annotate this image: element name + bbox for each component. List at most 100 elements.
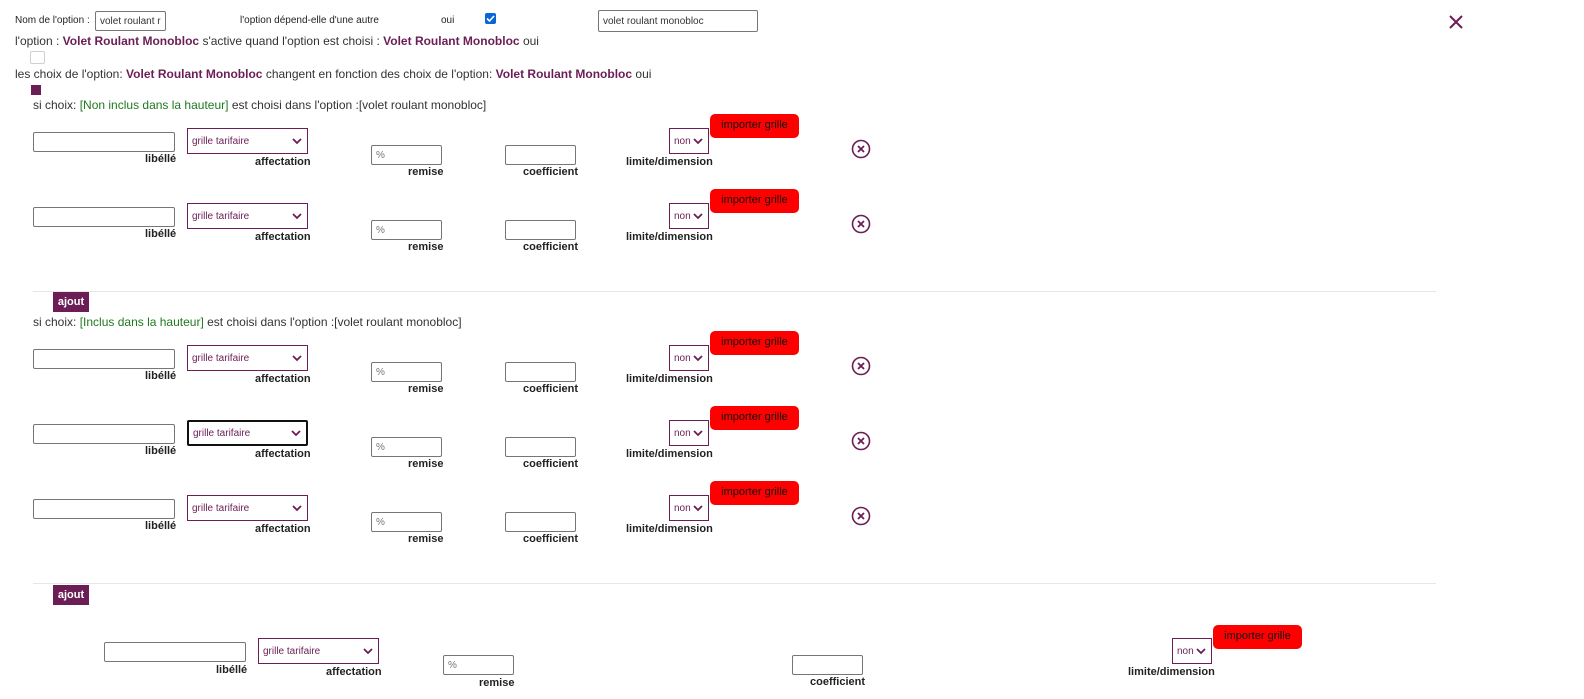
- check-icon: [486, 15, 495, 23]
- section-suffix: est choisi dans l'option :[volet roulant…: [207, 315, 462, 329]
- affectation-label: affectation: [255, 523, 311, 535]
- importer-grille-button[interactable]: importer grille: [710, 406, 799, 430]
- affectation-select[interactable]: grille tarifaire: [187, 420, 308, 446]
- section-heading-2: si choix: [Inclus dans la hauteur] est c…: [33, 315, 462, 329]
- libelle-label: libéllé: [145, 370, 177, 382]
- circle-x-icon[interactable]: [851, 214, 871, 234]
- remise-input[interactable]: [371, 220, 442, 240]
- dependent-suffix: oui: [635, 67, 652, 81]
- remise-input[interactable]: [371, 512, 442, 532]
- dependent-option-name: Volet Roulant Monobloc: [126, 67, 263, 81]
- limite-label: limite/dimension: [626, 231, 713, 243]
- ajout-button[interactable]: ajout: [53, 292, 89, 312]
- activation-option-name: Volet Roulant Monobloc: [62, 34, 200, 48]
- limite-value: non: [674, 210, 691, 222]
- dependent-prefix: les choix de l'option:: [15, 67, 123, 81]
- remise-label: remise: [479, 677, 515, 689]
- section-choice: [Non inclus dans la hauteur]: [79, 98, 229, 112]
- coefficient-input[interactable]: [505, 145, 576, 165]
- limite-select[interactable]: non: [669, 128, 709, 154]
- libelle-input[interactable]: [33, 499, 175, 519]
- remise-label: remise: [408, 166, 444, 178]
- section-prefix: si choix:: [33, 98, 77, 112]
- affectation-select[interactable]: grille tarifaire: [187, 203, 308, 229]
- chevron-down-icon: [363, 648, 373, 655]
- affectation-value: grille tarifaire: [192, 502, 250, 514]
- coefficient-input[interactable]: [505, 437, 576, 457]
- dependent-choice-name: Volet Roulant Monobloc: [495, 67, 633, 81]
- section-divider: [33, 583, 1436, 584]
- chevron-down-icon: [292, 213, 302, 220]
- circle-x-icon[interactable]: [851, 139, 871, 159]
- coefficient-label: coefficient: [523, 166, 579, 178]
- libelle-input[interactable]: [33, 424, 175, 444]
- libelle-label: libéllé: [145, 153, 177, 165]
- affectation-label: affectation: [255, 156, 311, 168]
- importer-grille-button[interactable]: importer grille: [710, 481, 799, 505]
- affectation-value: grille tarifaire: [192, 135, 250, 147]
- limite-select[interactable]: non: [669, 203, 709, 229]
- section-heading-1: si choix: [Non inclus dans la hauteur] e…: [33, 98, 486, 112]
- chevron-down-icon: [693, 430, 703, 437]
- libelle-label: libéllé: [145, 228, 177, 240]
- dependent-checkbox[interactable]: [31, 85, 41, 95]
- remise-input[interactable]: [443, 655, 514, 675]
- importer-grille-button[interactable]: importer grille: [710, 189, 799, 213]
- circle-x-icon[interactable]: [851, 431, 871, 451]
- libelle-label: libéllé: [216, 664, 248, 676]
- coefficient-input[interactable]: [505, 512, 576, 532]
- remise-input[interactable]: [371, 145, 442, 165]
- circle-x-icon[interactable]: [851, 506, 871, 526]
- option-name-label: Nom de l'option :: [15, 15, 90, 26]
- importer-grille-button[interactable]: importer grille: [1213, 625, 1302, 649]
- coefficient-label: coefficient: [523, 241, 579, 253]
- dependent-mid: changent en fonction des choix de l'opti…: [265, 67, 493, 81]
- activation-mid: s'active quand l'option est choisi :: [202, 34, 380, 48]
- limite-select[interactable]: non: [669, 495, 709, 521]
- affectation-label: affectation: [326, 666, 382, 678]
- limite-label: limite/dimension: [626, 156, 713, 168]
- coefficient-input[interactable]: [792, 655, 863, 675]
- coefficient-input[interactable]: [505, 362, 576, 382]
- libelle-label: libéllé: [145, 520, 177, 532]
- coefficient-input[interactable]: [505, 220, 576, 240]
- limite-select[interactable]: non: [1172, 638, 1212, 664]
- importer-grille-button[interactable]: importer grille: [710, 331, 799, 355]
- limite-select[interactable]: non: [669, 345, 709, 371]
- remise-input[interactable]: [371, 437, 442, 457]
- limite-label: limite/dimension: [1128, 666, 1215, 678]
- option-name-input[interactable]: [95, 11, 166, 31]
- importer-grille-button[interactable]: importer grille: [710, 114, 799, 138]
- affectation-select[interactable]: grille tarifaire: [187, 345, 308, 371]
- depend-oui-label: oui: [441, 15, 455, 26]
- section-choice: [Inclus dans la hauteur]: [79, 315, 204, 329]
- libelle-input[interactable]: [33, 207, 175, 227]
- limite-value: non: [674, 502, 691, 514]
- coefficient-label: coefficient: [810, 676, 866, 688]
- chevron-down-icon: [292, 138, 302, 145]
- ajout-button[interactable]: ajout: [53, 585, 89, 605]
- coefficient-label: coefficient: [523, 383, 579, 395]
- libelle-input[interactable]: [33, 349, 175, 369]
- circle-x-icon[interactable]: [851, 356, 871, 376]
- activation-line: l'option : Volet Roulant Monobloc s'acti…: [15, 34, 539, 48]
- chevron-down-icon: [693, 355, 703, 362]
- libelle-input[interactable]: [104, 642, 246, 662]
- depend-checkbox[interactable]: [485, 13, 496, 24]
- affectation-select[interactable]: grille tarifaire: [187, 128, 308, 154]
- coefficient-label: coefficient: [523, 458, 579, 470]
- affectation-select[interactable]: grille tarifaire: [187, 495, 308, 521]
- depend-option-input[interactable]: [598, 10, 758, 32]
- chevron-down-icon: [1196, 648, 1206, 655]
- limite-select[interactable]: non: [669, 420, 709, 446]
- affectation-select[interactable]: grille tarifaire: [258, 638, 379, 664]
- affectation-value: grille tarifaire: [263, 645, 321, 657]
- activation-choice-name: Volet Roulant Monobloc: [383, 34, 520, 48]
- activation-suffix: oui: [522, 34, 539, 48]
- remise-input[interactable]: [371, 362, 442, 382]
- libelle-input[interactable]: [33, 132, 175, 152]
- affectation-label: affectation: [255, 448, 311, 460]
- limite-label: limite/dimension: [626, 523, 713, 535]
- close-icon[interactable]: [1447, 13, 1465, 31]
- activation-checkbox[interactable]: [30, 51, 45, 64]
